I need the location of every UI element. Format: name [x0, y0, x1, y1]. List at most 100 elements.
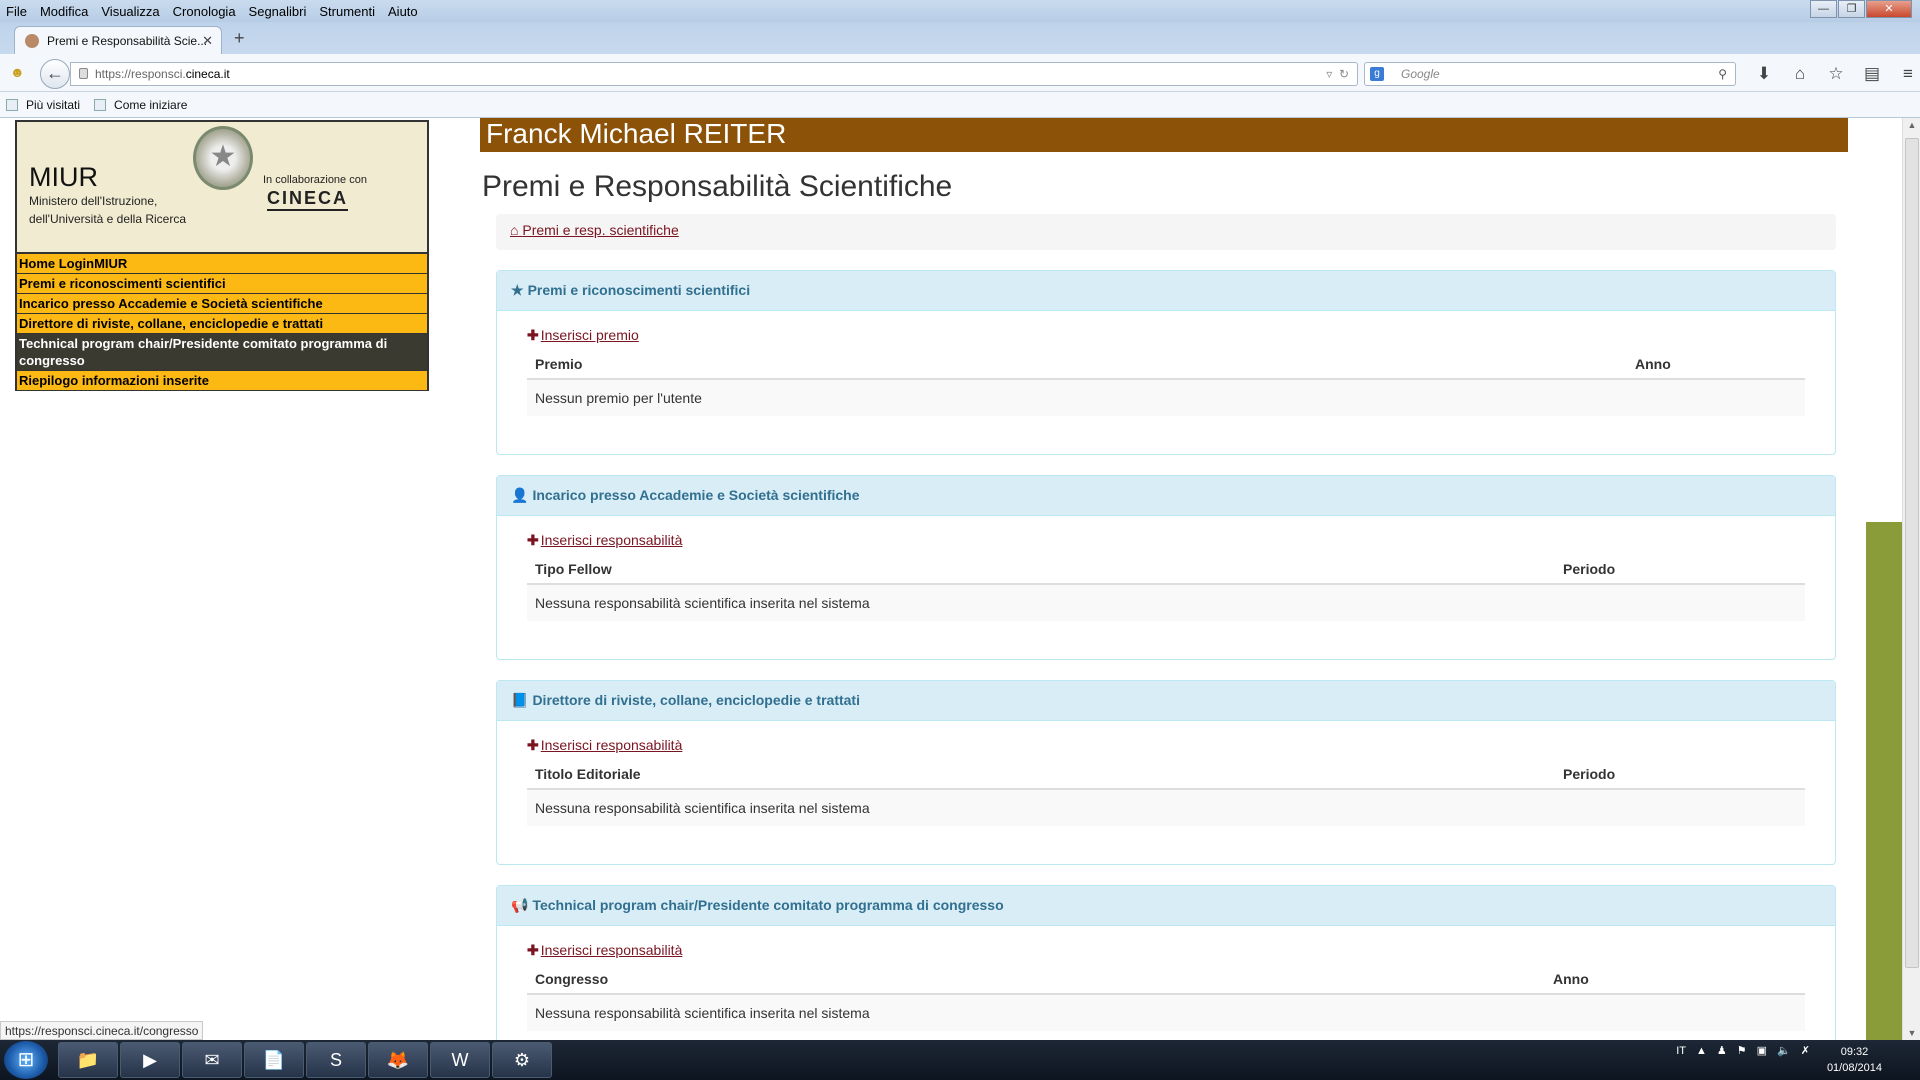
media-player-taskbar-icon[interactable]: ▶ [120, 1042, 180, 1078]
panel-premi: ★ Premi e riconoscimenti scientifici ✚ Ins… [496, 270, 1836, 455]
column-header: Anno [1553, 971, 1589, 987]
app-taskbar-icon[interactable]: ⚙ [492, 1042, 552, 1078]
network-icon[interactable]: ▣ [1757, 1044, 1767, 1057]
republic-emblem-icon: ★ [193, 126, 253, 190]
search-icon[interactable]: ⚲ [1718, 63, 1727, 85]
menu-aiuto[interactable]: Aiuto [388, 4, 418, 19]
tray-expand-icon[interactable]: ▲ [1696, 1045, 1707, 1057]
status-url: https://responsci.cineca.it/congresso [0, 1021, 204, 1040]
bookmark-label: Più visitati [26, 97, 81, 112]
vertical-scrollbar[interactable]: ▲ ▼ [1902, 118, 1920, 1040]
menu-file[interactable]: File [6, 4, 27, 19]
menu-cronologia[interactable]: Cronologia [173, 4, 236, 19]
menu-segnalibri[interactable]: Segnalibri [249, 4, 307, 19]
download-icon[interactable]: ⬇ [1746, 64, 1782, 84]
reader-icon[interactable]: ▤ [1854, 64, 1890, 84]
identity-icon[interactable]: ☻ [10, 64, 25, 80]
url-bar[interactable]: https://responsci.cineca.it ▿ ↻ [70, 62, 1358, 86]
panel-direttore: 📘 Direttore di riviste, collane, enciclop… [496, 680, 1836, 865]
sidebar-item-technical-program[interactable]: Technical program chair/Presidente comit… [17, 334, 427, 371]
firefox-taskbar-icon[interactable]: 🦊 [368, 1042, 428, 1078]
background-strip [1866, 522, 1902, 1040]
menu-visualizza[interactable]: Visualizza [101, 4, 159, 19]
table-row: Nessuna responsabilità scientifica inser… [527, 995, 1805, 1031]
sidebar-item-riepilogo[interactable]: Riepilogo informazioni inserite [17, 371, 427, 390]
add-premio-link[interactable]: ✚ Inserisci premio [527, 327, 639, 343]
search-input[interactable]: g Google ⚲ [1364, 62, 1736, 86]
close-window-button[interactable]: ✕ [1866, 0, 1912, 18]
table-row: Nessuna responsabilità scientifica inser… [527, 585, 1805, 621]
add-link-label: Inserisci responsabilità [540, 737, 683, 753]
browser-tab[interactable]: Premi e Responsabilità Scie... ✕ [14, 26, 222, 54]
sidebar-item-direttore[interactable]: Direttore di riviste, collane, enciclope… [17, 314, 427, 334]
table-header: Congresso Anno [527, 965, 1805, 995]
logo-title: MIUR [29, 162, 98, 192]
sidebar-item-incarico[interactable]: Incarico presso Accademie e Società scie… [17, 294, 427, 314]
start-button[interactable]: ⊞ [4, 1041, 48, 1079]
antivirus-icon[interactable]: ✗ [1801, 1044, 1810, 1057]
column-header: Titolo Editoriale [535, 766, 641, 782]
volume-icon[interactable]: 🔈 [1777, 1044, 1791, 1057]
action-center-icon[interactable]: ⚑ [1737, 1044, 1747, 1057]
lock-icon [79, 68, 88, 79]
browser-menubar: File Modifica Visualizza Cronologia Segn… [0, 0, 1920, 22]
bookmark-piu-visitati[interactable]: Più visitati [6, 98, 80, 112]
document-taskbar-icon[interactable]: 📄 [244, 1042, 304, 1078]
breadcrumb-label: Premi e resp. scientifiche [522, 222, 679, 238]
home-icon[interactable]: ⌂ [1782, 64, 1818, 84]
sidebar: MIUR Ministero dell'Istruzione, dell'Uni… [15, 120, 429, 391]
column-header: Anno [1635, 356, 1671, 372]
sidebar-item-home[interactable]: Home LoginMIUR [17, 254, 427, 274]
reload-icon[interactable]: ▿ ↻ [1326, 63, 1349, 85]
sidebar-item-premi[interactable]: Premi e riconoscimenti scientifici [17, 274, 427, 294]
add-responsabilita-link[interactable]: ✚ Inserisci responsabilità [527, 942, 682, 958]
back-button[interactable]: ← [40, 59, 70, 89]
data-table: Tipo Fellow Periodo Nessuna responsabilit… [527, 555, 1805, 621]
bookmark-star-icon[interactable]: ☆ [1818, 64, 1854, 84]
clock-time: 09:32 [1840, 1046, 1869, 1058]
skype-taskbar-icon[interactable]: S [306, 1042, 366, 1078]
toolbar-icons: ⬇ ⌂ ☆ ▤ ≡ [1746, 64, 1920, 84]
minimize-button[interactable]: — [1810, 0, 1837, 18]
scrollbar-thumb[interactable] [1905, 138, 1919, 968]
bookmark-come-iniziare[interactable]: Come iniziare [94, 98, 187, 112]
favicon-icon [25, 33, 39, 48]
new-tab-button[interactable]: + [234, 28, 245, 49]
add-responsabilita-link[interactable]: ✚ Inserisci responsabilità [527, 532, 682, 548]
url-domain: cineca.it [185, 67, 230, 81]
menu-modifica[interactable]: Modifica [40, 4, 88, 19]
add-link-label: Inserisci responsabilità [540, 942, 683, 958]
language-indicator[interactable]: IT [1676, 1045, 1686, 1057]
clock[interactable]: 09:32 01/08/2014 [1827, 1044, 1882, 1076]
data-table: Premio Anno Nessun premio per l'utente [527, 350, 1805, 416]
collab-text: In collaborazione con [263, 174, 367, 186]
search-placeholder: Google [1401, 67, 1440, 81]
tab-bar: Premi e Responsabilità Scie... ✕ + [0, 22, 1920, 54]
mail-taskbar-icon[interactable]: ✉ [182, 1042, 242, 1078]
close-tab-icon[interactable]: ✕ [202, 33, 213, 49]
tray-app-icon[interactable]: ♟ [1717, 1044, 1727, 1057]
maximize-button[interactable]: ❐ [1838, 0, 1865, 18]
panel-title: Incarico presso Accademie e Società scie… [532, 487, 860, 503]
home-icon: ⌂ [510, 222, 519, 238]
panel-technical-program: 📢 Technical program chair/Presidente comi… [496, 885, 1836, 1040]
book-icon: 📘 [511, 692, 529, 708]
google-icon[interactable]: g [1370, 67, 1384, 81]
panel-heading: 📢 Technical program chair/Presidente comi… [497, 886, 1835, 926]
plus-icon: ✚ [527, 942, 539, 958]
menu-strumenti[interactable]: Strumenti [319, 4, 375, 19]
explorer-taskbar-icon[interactable]: 📁 [58, 1042, 118, 1078]
breadcrumb: ⌂ Premi e resp. scientifiche [496, 214, 1836, 250]
hamburger-menu-icon[interactable]: ≡ [1890, 64, 1920, 84]
add-responsabilita-link[interactable]: ✚ Inserisci responsabilità [527, 737, 682, 753]
system-tray: IT ▲ ♟ ⚑ ▣ 🔈 ✗ [1666, 1044, 1810, 1058]
page-title: Premi e Responsabilità Scientifiche [482, 170, 953, 203]
breadcrumb-link[interactable]: ⌂ Premi e resp. scientifiche [510, 222, 679, 238]
bookmark-folder-icon [6, 98, 18, 111]
panel-title: Technical program chair/Presidente comit… [532, 897, 1004, 913]
scroll-down-icon[interactable]: ▼ [1903, 1028, 1920, 1038]
word-taskbar-icon[interactable]: W [430, 1042, 490, 1078]
panel-heading: 👤 Incarico presso Accademie e Società sci… [497, 476, 1835, 516]
scroll-up-icon[interactable]: ▲ [1903, 120, 1920, 130]
page-icon [94, 98, 107, 111]
